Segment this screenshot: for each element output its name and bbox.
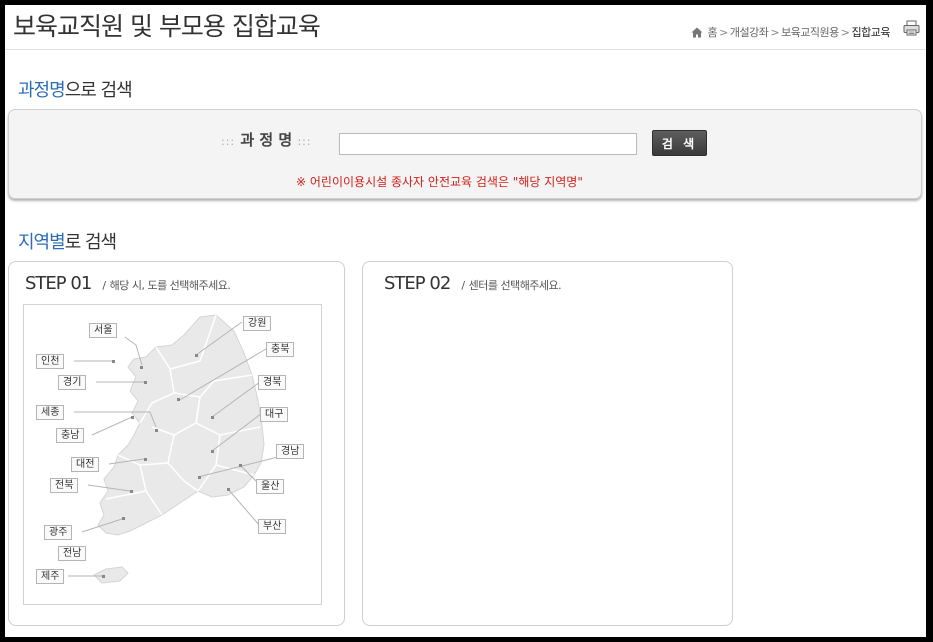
gwangju-dot <box>122 517 125 520</box>
content-frame: 보육교직원 및 부모용 집합교육 홈 > 개설강좌 > 보육교직원용 > 집합교… <box>5 5 926 637</box>
course-search-heading-rest: 으로 검색 <box>64 80 133 101</box>
search-button[interactable]: 검 색 <box>652 130 707 156</box>
course-search-box: ::: 과 정 명 ::: 검 색 ※ 어린이이용시설 종사자 안전교육 검색은… <box>8 109 922 199</box>
region-jeonnam[interactable]: 전남 <box>58 546 87 561</box>
region-gyeonggi[interactable]: 경기 <box>58 375 87 390</box>
daejeon-dot <box>144 458 147 461</box>
jeonbuk-dot <box>130 490 133 493</box>
region-chungnam[interactable]: 충남 <box>56 428 85 443</box>
busan-leader-line <box>227 488 261 527</box>
course-search-heading: 과정명으로 검색 <box>18 76 133 102</box>
breadcrumb-teachers[interactable]: 보육교직원용 <box>781 24 839 40</box>
breadcrumb-current: 집합교육 <box>851 26 891 39</box>
region-chungbuk[interactable]: 충북 <box>266 342 295 357</box>
daegu-dot <box>211 450 214 453</box>
step2-description: / 센터를 선택해주세요. <box>461 279 562 292</box>
jeju-dot <box>102 575 105 578</box>
title-divider <box>5 49 926 50</box>
label-dots-left: ::: <box>221 135 236 148</box>
chungnam-leader-line <box>91 416 133 436</box>
region-gangwon[interactable]: 강원 <box>243 316 272 331</box>
step2-header: STEP 02 /센터를 선택해주세요. <box>384 273 562 294</box>
chevron-right-icon: > <box>840 25 850 39</box>
step2-panel: STEP 02 /센터를 선택해주세요. <box>362 261 733 626</box>
chungbuk-dot <box>177 398 180 401</box>
course-search-heading-highlight: 과정명 <box>18 80 66 101</box>
region-busan[interactable]: 부산 <box>258 519 287 534</box>
course-name-label: ::: 과 정 명 ::: <box>221 129 312 150</box>
step1-title: STEP 01 <box>25 273 92 294</box>
breadcrumb-home[interactable]: 홈 <box>708 24 718 40</box>
region-gyeongbuk[interactable]: 경북 <box>258 375 287 390</box>
region-gyeongnam[interactable]: 경남 <box>276 444 305 459</box>
korea-map: 서울 인천 경기 세종 충남 대전 전북 광주 전남 제주 강원 충북 경북 대… <box>23 304 322 605</box>
step1-header: STEP 01 /해당 시, 도를 선택해주세요. <box>25 273 231 294</box>
region-daejeon[interactable]: 대전 <box>71 457 100 472</box>
region-seoul[interactable]: 서울 <box>89 323 118 338</box>
sejong-dot <box>155 429 158 432</box>
region-sejong[interactable]: 세종 <box>36 405 65 420</box>
busan-dot <box>227 488 230 491</box>
course-name-input[interactable] <box>339 133 637 155</box>
seoul-dot <box>140 366 143 369</box>
course-name-label-text: 과 정 명 <box>240 131 293 149</box>
chevron-right-icon: > <box>770 25 780 39</box>
gangwon-dot <box>195 354 198 357</box>
jeju-island-shape[interactable] <box>93 566 129 584</box>
printer-icon[interactable] <box>903 20 920 36</box>
region-jeonbuk[interactable]: 전북 <box>50 478 79 493</box>
label-dots-right: ::: <box>297 135 312 148</box>
region-search-heading-highlight: 지역별 <box>18 232 66 253</box>
region-search-heading-rest: 로 검색 <box>64 232 117 253</box>
step1-description: / 해당 시, 도를 선택해주세요. <box>102 279 231 292</box>
gyeongnam-dot <box>198 476 201 479</box>
step2-title: STEP 02 <box>384 273 451 294</box>
region-daegu[interactable]: 대구 <box>260 407 289 422</box>
region-ulsan[interactable]: 울산 <box>256 479 285 494</box>
step1-panel: STEP 01 /해당 시, 도를 선택해주세요. 서울 인천 경기 세종 충남… <box>8 261 345 626</box>
gyeonggi-dot <box>144 381 147 384</box>
region-gwangju[interactable]: 광주 <box>44 525 73 540</box>
ulsan-dot <box>239 464 242 467</box>
region-search-heading: 지역별로 검색 <box>18 228 117 254</box>
page-title: 보육교직원 및 부모용 집합교육 <box>13 12 321 41</box>
incheon-dot <box>112 360 115 363</box>
region-incheon[interactable]: 인천 <box>36 354 65 369</box>
breadcrumb-courses[interactable]: 개설강좌 <box>730 24 769 40</box>
chungnam-dot <box>131 416 134 419</box>
chevron-right-icon: > <box>719 25 728 39</box>
gyeongbuk-dot <box>211 416 214 419</box>
region-jeju[interactable]: 제주 <box>36 569 65 584</box>
home-icon[interactable] <box>691 27 703 38</box>
search-notice: ※ 어린이이용시설 종사자 안전교육 검색은 "해당 지역명" <box>296 175 583 189</box>
breadcrumb: 홈 > 개설강좌 > 보육교직원용 > 집합교육 <box>691 24 891 40</box>
